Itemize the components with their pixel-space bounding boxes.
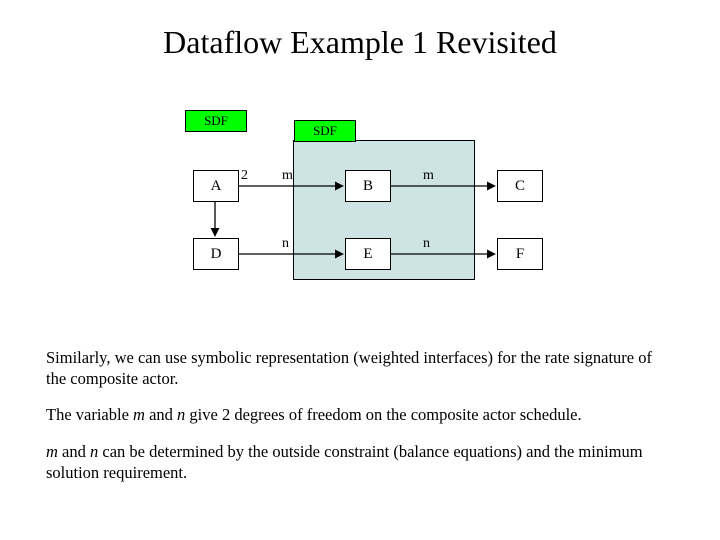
paragraph-3: m and n can be determined by the outside… (46, 442, 674, 483)
dataflow-diagram: SDF SDF A B C D E F 2 m m n n (185, 110, 585, 310)
paragraph-2: The variable m and n give 2 degrees of f… (46, 405, 674, 426)
body-text: Similarly, we can use symbolic represent… (46, 348, 674, 499)
arrows-svg (185, 110, 585, 310)
paragraph-1: Similarly, we can use symbolic represent… (46, 348, 674, 389)
slide-title: Dataflow Example 1 Revisited (0, 0, 720, 61)
